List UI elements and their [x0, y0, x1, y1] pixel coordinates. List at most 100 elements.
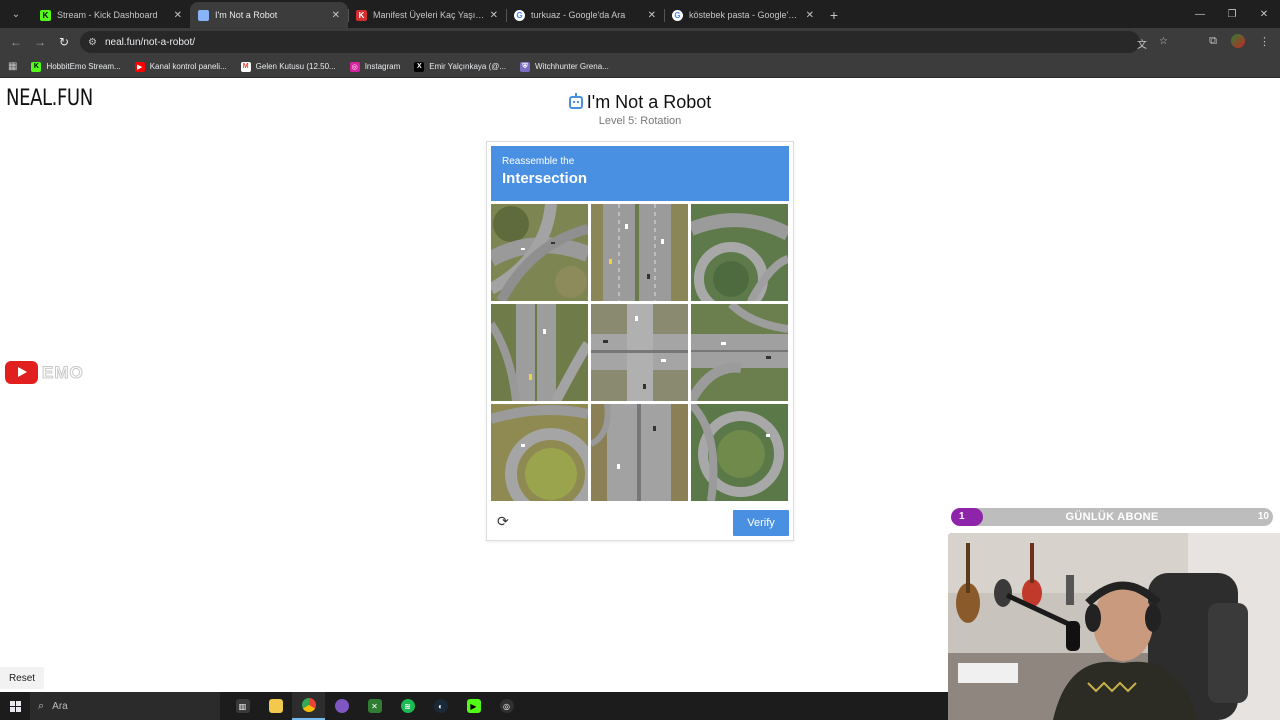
translate-icon[interactable]: 文 [1137, 36, 1147, 51]
captcha-tile[interactable] [691, 304, 788, 401]
profile-avatar[interactable] [1231, 34, 1245, 48]
bookmark-label: HobbitEmo Stream... [46, 62, 121, 71]
level-subtitle: Level 5: Rotation [598, 115, 682, 127]
tab-label: I'm Not a Robot [215, 10, 278, 20]
close-window-icon[interactable]: ✕ [1248, 9, 1280, 20]
captcha-widget: Reassemble the Intersection ⟳ Verify [486, 141, 794, 541]
taskbar-app[interactable] [292, 692, 325, 720]
search-placeholder: Ara [52, 700, 68, 712]
bookmark-item[interactable]: K HobbitEmo Stream... [31, 61, 121, 72]
captcha-tile[interactable] [691, 204, 788, 301]
kick-icon: K [40, 9, 51, 21]
url-text[interactable]: neal.fun/not-a-robot/ [105, 37, 195, 48]
captcha-tile[interactable] [491, 204, 588, 301]
browser-tab-bar: ⌄ K Stream - Kick Dashboard ✕ I'm Not a … [0, 0, 1280, 28]
robot-icon [198, 9, 209, 21]
google-icon: G [514, 9, 525, 21]
tab-label: Manifest Üyeleri Kaç Yaşında? | [373, 10, 486, 20]
bookmark-item[interactable]: ⛨ Witchhunter Grena... [520, 61, 609, 72]
captcha-tile[interactable] [591, 304, 688, 401]
terminal-icon: ✕ [367, 699, 382, 713]
taskbar-app[interactable]: ≋ [391, 692, 424, 720]
subscriber-goal-label: GÜNLÜK ABONE [1065, 511, 1159, 523]
youtube-icon: ▶ [134, 61, 145, 72]
toolbar-actions: ⧉ ⋮ [1209, 34, 1270, 48]
tab-manifest[interactable]: K Manifest Üyeleri Kaç Yaşında? | ✕ [348, 2, 506, 28]
shield-icon: ⛨ [520, 61, 531, 72]
captcha-tile[interactable] [591, 204, 688, 301]
bookmark-label: Kanal kontrol paneli... [149, 62, 227, 71]
captcha-tile[interactable] [591, 404, 688, 501]
bookmark-label: Emir Yalçınkaya (@... [429, 62, 507, 71]
bookmark-label: Witchhunter Grena... [535, 62, 609, 71]
bookmark-item[interactable]: X Emir Yalçınkaya (@... [414, 61, 507, 72]
reload-icon[interactable]: ↻ [52, 35, 76, 49]
gmail-icon: M [240, 61, 251, 72]
tab-not-a-robot[interactable]: I'm Not a Robot ✕ [190, 2, 348, 28]
bookmarks-bar: ▦ K HobbitEmo Stream... ▶ Kanal kontrol pa… [0, 56, 1280, 78]
minimize-icon[interactable]: — [1184, 9, 1216, 20]
captcha-tile[interactable] [491, 404, 588, 501]
close-icon[interactable]: ✕ [806, 10, 814, 21]
webcam-feed [948, 533, 1280, 720]
captcha-instruction: Reassemble the [502, 156, 575, 167]
tab-kick-dashboard[interactable]: K Stream - Kick Dashboard ✕ [32, 2, 190, 28]
obs-icon: ◎ [499, 699, 514, 713]
extensions-icon[interactable]: ⧉ [1209, 35, 1217, 48]
youtube-watermark-text: EMO [42, 362, 84, 382]
windows-taskbar: ⌕ Ara ▥ ✕ ≋ ◐ ▶ ◎ [0, 692, 948, 720]
new-tab-button[interactable]: + [822, 2, 846, 28]
taskbar-app[interactable] [259, 692, 292, 720]
bookmark-item[interactable]: ◎ Instagram [349, 61, 401, 72]
tab-label: köstebek pasta - Google'da Ara [689, 10, 802, 20]
reset-button[interactable]: Reset [0, 667, 44, 689]
tab-search-icon[interactable]: ⌄ [4, 3, 28, 25]
site-info-icon[interactable]: ⚙ [88, 37, 97, 48]
captcha-tile[interactable] [691, 404, 788, 501]
taskbar-app[interactable] [325, 692, 358, 720]
tab-google-kostebek[interactable]: G köstebek pasta - Google'da Ara ✕ [664, 2, 822, 28]
bookmark-item[interactable]: M Gelen Kutusu (12.50... [240, 61, 336, 72]
instagram-icon: ◎ [349, 61, 360, 72]
taskbar-search[interactable]: ⌕ Ara [30, 692, 220, 720]
taskbar-apps: ▥ ✕ ≋ ◐ ▶ ◎ [226, 692, 523, 720]
x-icon: X [414, 61, 425, 72]
close-icon[interactable]: ✕ [648, 10, 656, 21]
windows-start-icon[interactable] [0, 692, 30, 720]
window-controls: — ❐ ✕ [1184, 0, 1280, 28]
bookmark-label: Instagram [364, 62, 401, 71]
refresh-icon[interactable]: ⟳ [497, 514, 511, 528]
back-icon[interactable]: ← [4, 35, 28, 49]
taskbar-app[interactable]: ◎ [490, 692, 523, 720]
google-icon: G [672, 9, 683, 21]
close-icon[interactable]: ✕ [332, 10, 340, 21]
task-view-icon: ▥ [235, 699, 250, 713]
captcha-grid [491, 204, 789, 502]
close-icon[interactable]: ✕ [490, 10, 498, 21]
restore-icon[interactable]: ❐ [1216, 9, 1248, 20]
taskbar-app[interactable]: ▶ [457, 692, 490, 720]
menu-icon[interactable]: ⋮ [1259, 35, 1270, 48]
captcha-tile[interactable] [491, 304, 588, 401]
chrome-icon [301, 698, 316, 712]
subscriber-goal-bar: 1 GÜNLÜK ABONE 10 [951, 508, 1273, 526]
subscriber-goal-target: 10 [1257, 511, 1269, 522]
steam-icon: ◐ [433, 699, 448, 713]
close-icon[interactable]: ✕ [174, 10, 182, 21]
bookmark-item[interactable]: ▶ Kanal kontrol paneli... [134, 61, 227, 72]
taskbar-app[interactable]: ◐ [424, 692, 457, 720]
tab-label: Stream - Kick Dashboard [57, 10, 158, 20]
kick-app-icon: ▶ [466, 699, 481, 713]
spotify-icon: ≋ [400, 699, 415, 713]
taskbar-app[interactable]: ✕ [358, 692, 391, 720]
verify-button[interactable]: Verify [733, 510, 789, 536]
tab-google-turkuaz[interactable]: G turkuaz - Google'da Ara ✕ [506, 2, 664, 28]
browser-toolbar: ← → ↻ ⚙ neal.fun/not-a-robot/ 文 ☆ ⧉ ⋮ [0, 28, 1280, 56]
taskbar-app[interactable]: ▥ [226, 692, 259, 720]
forward-icon[interactable]: → [28, 35, 52, 49]
captcha-footer: ⟳ Verify [491, 508, 789, 536]
apps-grid-icon[interactable]: ▦ [8, 61, 17, 72]
captcha-target: Intersection [502, 170, 588, 187]
address-bar[interactable]: ⚙ neal.fun/not-a-robot/ [80, 31, 1140, 53]
bookmark-star-icon[interactable]: ☆ [1159, 36, 1168, 51]
